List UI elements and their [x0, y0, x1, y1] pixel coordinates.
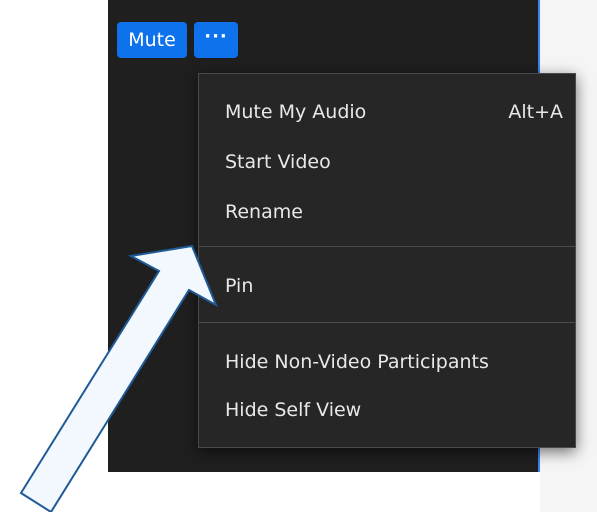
screenshot-canvas: Mute ··· Mute My Audio Alt+A Start Video… [0, 0, 597, 512]
menu-item-label: Start Video [225, 151, 331, 173]
menu-divider [199, 322, 575, 323]
participant-context-menu: Mute My Audio Alt+A Start Video Rename P… [198, 73, 576, 448]
menu-item-hide-self-view[interactable]: Hide Self View [199, 388, 575, 432]
menu-item-rename[interactable]: Rename [199, 190, 575, 234]
menu-item-pin[interactable]: Pin [199, 264, 575, 308]
menu-item-label: Hide Non-Video Participants [225, 351, 489, 373]
menu-item-label: Pin [225, 275, 254, 297]
menu-item-label: Hide Self View [225, 399, 362, 421]
menu-item-shortcut: Alt+A [508, 101, 563, 123]
menu-item-mute-my-audio[interactable]: Mute My Audio Alt+A [199, 90, 575, 134]
menu-item-label: Rename [225, 201, 303, 223]
mute-button[interactable]: Mute [117, 22, 187, 58]
menu-divider [199, 246, 575, 247]
more-options-button[interactable]: ··· [194, 22, 238, 58]
menu-item-label: Mute My Audio [225, 101, 367, 123]
menu-item-hide-non-video-participants[interactable]: Hide Non-Video Participants [199, 340, 575, 384]
menu-item-start-video[interactable]: Start Video [199, 140, 575, 184]
